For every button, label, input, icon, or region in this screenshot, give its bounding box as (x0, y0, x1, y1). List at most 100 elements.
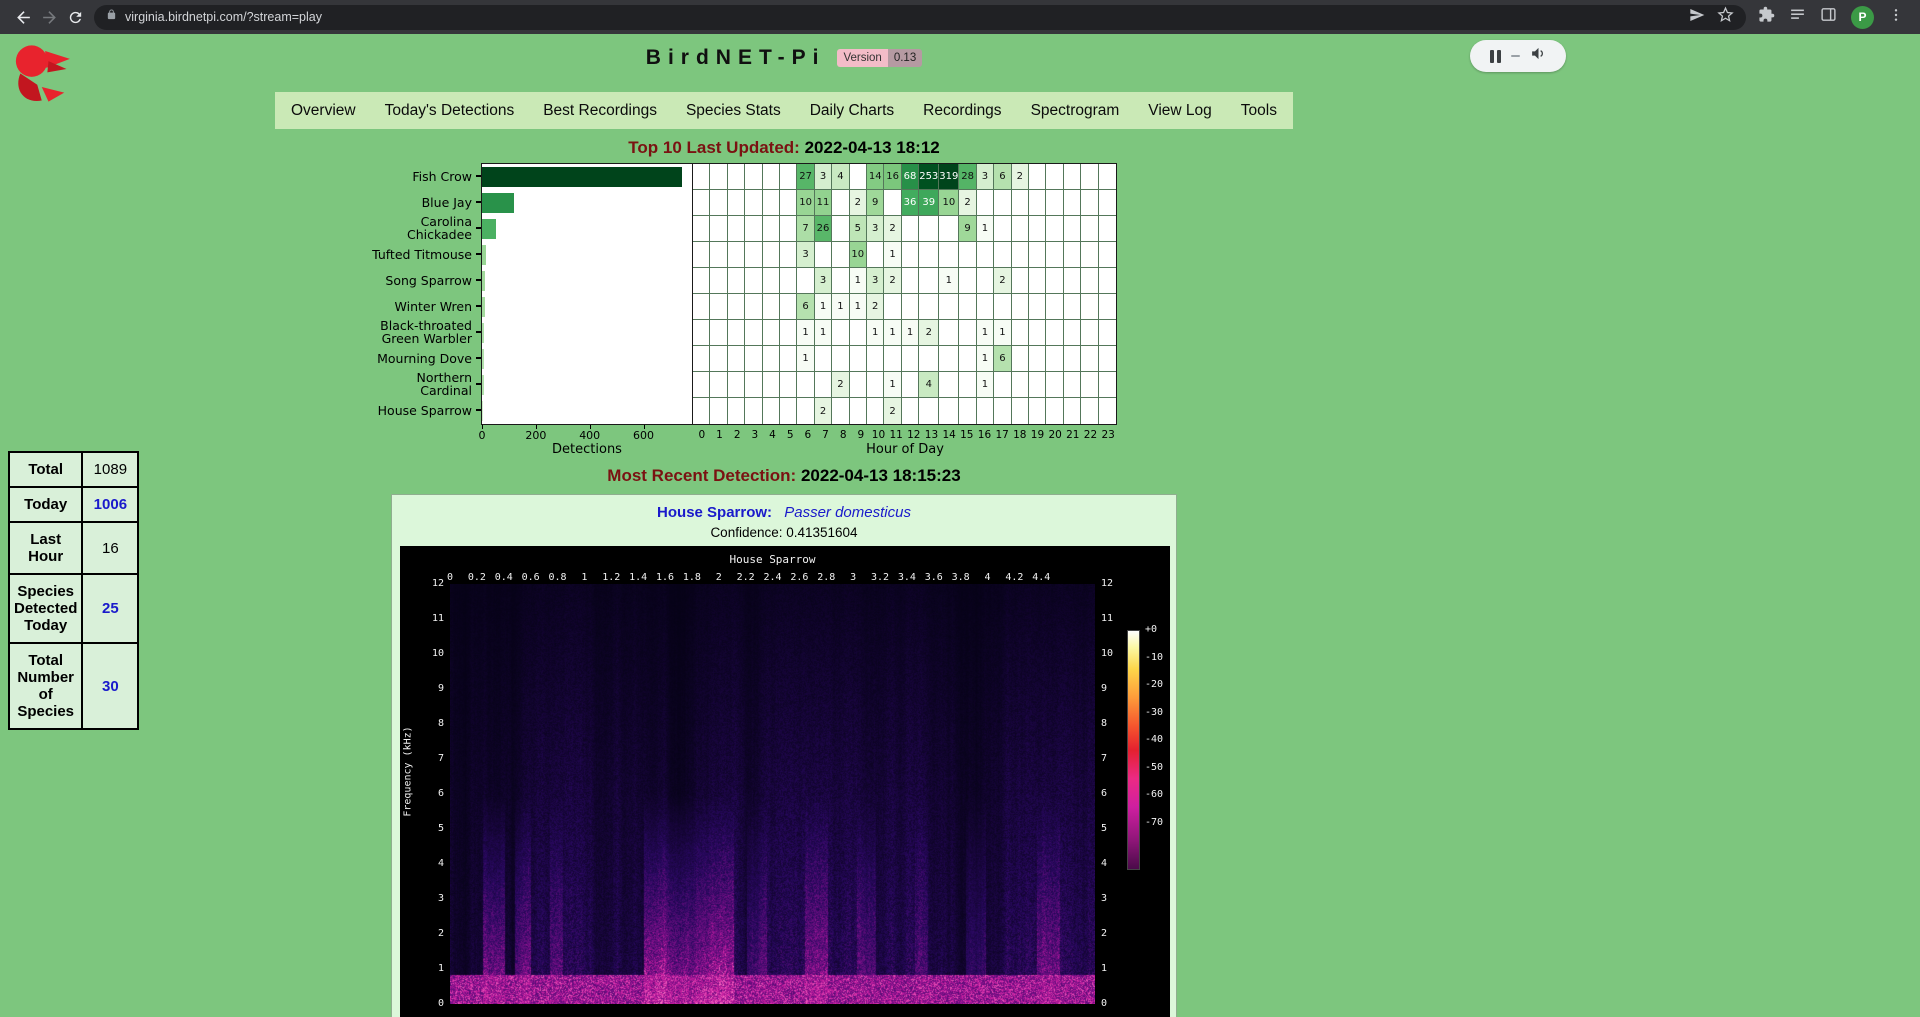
stats-label: Last Hour (9, 522, 82, 574)
bar-axis-tick: 200 (525, 429, 546, 442)
hour-axis-tick: 18 (1011, 429, 1029, 441)
page-title: BirdNET-Pi (646, 46, 826, 70)
spec-ytick-right: 8 (1101, 718, 1107, 729)
stats-row-last-hour: Last Hour16 (9, 522, 138, 574)
heatmap-cell (763, 242, 780, 268)
heatmap-cell (780, 294, 797, 320)
detection-species-link[interactable]: House Sparrow: (657, 504, 772, 521)
send-icon[interactable] (1689, 7, 1705, 28)
heatmap-cell (1081, 346, 1098, 372)
heatmap-cell (939, 294, 959, 320)
colorbar-tick: -20 (1145, 679, 1163, 690)
nav-item-daily-charts[interactable]: Daily Charts (810, 102, 894, 120)
heatmap-cell (1064, 216, 1081, 242)
heatmap-cell (728, 190, 745, 216)
heatmap-cell (797, 268, 814, 294)
heatmap-cell (710, 216, 727, 242)
heatmap-cell (1029, 190, 1046, 216)
hour-axis-tick: 2 (728, 429, 746, 441)
heatmap-cell (994, 294, 1011, 320)
reload-button[interactable] (62, 4, 88, 30)
heatmap-cell (1046, 268, 1063, 294)
detections-bar (482, 167, 682, 187)
heatmap-cell: 7 (797, 216, 814, 242)
spec-ytick-right: 6 (1101, 788, 1107, 799)
heatmap-cell (939, 398, 959, 424)
spec-xtick: 0.2 (468, 572, 486, 583)
reading-list-icon[interactable] (1789, 6, 1806, 28)
heatmap-cell (693, 242, 710, 268)
pause-button[interactable] (1490, 50, 1501, 63)
nav-item-spectrogram[interactable]: Spectrogram (1031, 102, 1120, 120)
heatmap-cell (1029, 216, 1046, 242)
heatmap-cell (919, 398, 939, 424)
nav-item-today-s-detections[interactable]: Today's Detections (385, 102, 515, 120)
spec-ytick-right: 5 (1101, 823, 1107, 834)
stats-value[interactable]: 25 (82, 574, 138, 643)
spectrogram-ylabel: Frequency (kHz) (403, 707, 414, 837)
heatmap-cell (728, 164, 745, 190)
bookmark-star-icon[interactable] (1717, 6, 1734, 28)
nav-item-tools[interactable]: Tools (1241, 102, 1277, 120)
volume-icon[interactable] (1530, 45, 1547, 67)
lock-icon (106, 8, 117, 26)
stats-label: Species Detected Today (9, 574, 82, 643)
seek-bar[interactable] (1511, 55, 1520, 57)
hour-axis-tick: 1 (711, 429, 729, 441)
spec-ytick-right: 4 (1101, 858, 1107, 869)
extensions-icon[interactable] (1758, 6, 1775, 28)
heatmap-cell: 6 (797, 294, 814, 320)
spec-xtick: 2.4 (763, 572, 781, 583)
heatmap-cell: 1 (884, 320, 901, 346)
heatmap-cell (728, 320, 745, 346)
spec-ytick-right: 10 (1101, 648, 1113, 659)
heatmap-cell (832, 398, 849, 424)
url-text: virginia.birdnetpi.com/?stream=play (125, 10, 1681, 24)
audio-player[interactable] (1470, 40, 1566, 72)
nav-item-view-log[interactable]: View Log (1148, 102, 1211, 120)
profile-avatar[interactable]: P (1851, 6, 1874, 29)
heatmap-cell (1099, 242, 1116, 268)
heatmap-cell: 2 (919, 320, 939, 346)
menu-kebab-icon[interactable] (1888, 7, 1904, 28)
heatmap-cell (780, 372, 797, 398)
detection-scientific-name: Passer domesticus (784, 504, 911, 521)
heatmap-cell (815, 242, 832, 268)
reload-icon (67, 9, 84, 26)
heatmap-cell: 1 (977, 372, 994, 398)
heatmap-cell: 10 (850, 242, 867, 268)
forward-button[interactable] (36, 4, 62, 30)
heatmap-cell (1099, 398, 1116, 424)
heatmap-cell (1012, 320, 1029, 346)
heatmap-cell: 3 (867, 268, 884, 294)
side-panel-icon[interactable] (1820, 6, 1837, 28)
heatmap-cell (745, 320, 762, 346)
heatmap-cell: 1 (884, 372, 901, 398)
heatmap-cell (728, 216, 745, 242)
recent-heading-label: Most Recent Detection: (607, 466, 796, 485)
spec-ytick-right: 1 (1101, 963, 1107, 974)
address-bar[interactable]: virginia.birdnetpi.com/?stream=play (94, 5, 1746, 30)
hour-axis-tick: 23 (1099, 429, 1117, 441)
hour-axis-tick: 15 (958, 429, 976, 441)
stats-value[interactable]: 1006 (82, 487, 138, 522)
heatmap-cell (994, 398, 1011, 424)
heatmap-cell (1012, 294, 1029, 320)
nav-item-recordings[interactable]: Recordings (923, 102, 1001, 120)
bar-row (482, 320, 692, 346)
heatmap-cell (1081, 398, 1098, 424)
spec-ytick-right: 11 (1101, 613, 1113, 624)
stats-value: 1089 (82, 452, 138, 487)
spec-ytick-left: 5 (414, 823, 444, 834)
back-button[interactable] (10, 4, 36, 30)
heatmap-cell: 1 (832, 294, 849, 320)
heatmap-cell (780, 398, 797, 424)
nav-item-best-recordings[interactable]: Best Recordings (543, 102, 657, 120)
nav-item-species-stats[interactable]: Species Stats (686, 102, 781, 120)
heatmap-cell (867, 398, 884, 424)
spectrogram-canvas (450, 584, 1095, 1004)
nav-item-overview[interactable]: Overview (291, 102, 356, 120)
spec-xtick: 2.6 (790, 572, 808, 583)
hour-axis-tick: 8 (834, 429, 852, 441)
stats-value[interactable]: 30 (82, 643, 138, 729)
